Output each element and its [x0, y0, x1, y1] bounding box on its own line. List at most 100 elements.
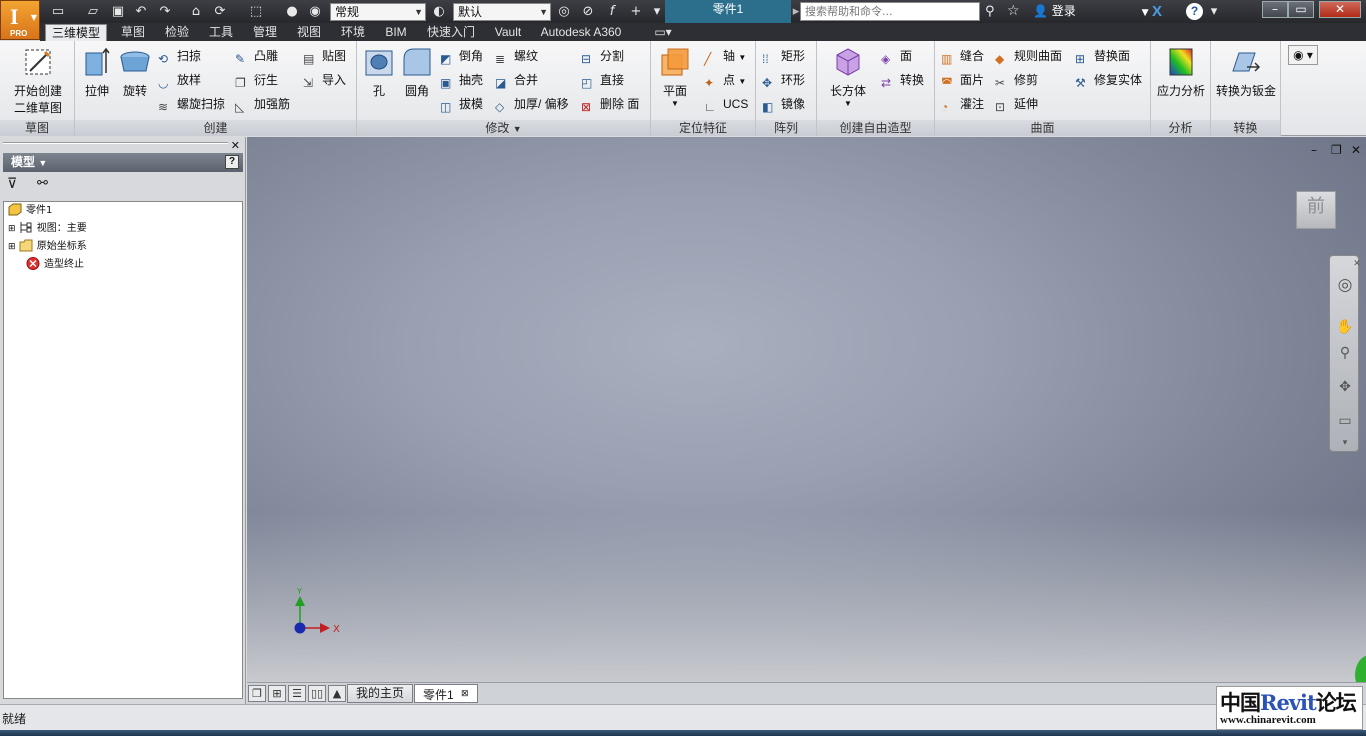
tab-get-started[interactable]: 快速入门	[421, 24, 481, 41]
axis-button[interactable]: ╱ 轴 ▼	[704, 46, 746, 66]
redo-icon[interactable]: ↷	[157, 4, 173, 19]
tile-windows-icon[interactable]: ⊞	[268, 685, 286, 702]
browser-help-icon[interactable]: ?	[225, 155, 239, 169]
close-tab-icon[interactable]: ⊠	[461, 688, 469, 698]
open-file-icon[interactable]: ▱	[85, 4, 101, 19]
decal-button[interactable]: ▤ 贴图	[303, 46, 346, 66]
viewport-minimize-icon[interactable]: –	[1311, 143, 1317, 157]
revolve-button[interactable]: 旋转	[117, 45, 153, 99]
direct-edit-button[interactable]: ◰ 直接	[581, 70, 624, 90]
viewport-close-icon[interactable]: ✕	[1351, 143, 1361, 157]
extrude-button[interactable]: 拉伸	[79, 45, 115, 99]
stitch-button[interactable]: ▥ 缝合	[941, 46, 984, 66]
rib-button[interactable]: ◺ 加强筋	[235, 94, 290, 114]
home-icon[interactable]: ⌂	[188, 4, 204, 19]
help-dropdown-icon[interactable]: ▾	[1206, 4, 1222, 19]
signin-button[interactable]: 👤 登录 ▼	[1033, 3, 1149, 22]
ucs-button[interactable]: ∟ UCS	[704, 94, 748, 114]
derive-button[interactable]: ❐ 衍生	[235, 70, 278, 90]
browser-header[interactable]: 模型 ▼ ?	[3, 153, 243, 172]
repair-bodies-button[interactable]: ⚒ 修复实体	[1075, 70, 1142, 90]
extend-button[interactable]: ⊡ 延伸	[995, 94, 1038, 114]
browser-close-icon[interactable]: ✕	[231, 139, 240, 152]
tree-item-origin[interactable]: ⊞ 原始坐标系	[8, 239, 87, 255]
search-icon[interactable]: ⚲	[985, 4, 995, 19]
expand-icon[interactable]: ⊞	[8, 224, 16, 234]
box-button[interactable]: 长方体 ▼	[825, 45, 871, 108]
freeform-face-button[interactable]: ◈ 面	[881, 46, 912, 66]
notification-indicator[interactable]	[1355, 655, 1366, 682]
material-browser-icon[interactable]: ●	[284, 4, 300, 19]
appearance-icon[interactable]: ◉	[307, 4, 323, 19]
update-icon[interactable]: ⟳	[212, 4, 228, 19]
rectangular-pattern-button[interactable]: ⁞⁞ 矩形	[762, 46, 805, 66]
help-icon[interactable]: ?	[1186, 3, 1203, 20]
ribbon-display-toggle[interactable]: ▭▾	[648, 24, 678, 41]
doc-tab-part1[interactable]: 零件1 ⊠	[414, 684, 478, 703]
application-menu-button[interactable]: I PRO ▼	[0, 0, 40, 40]
thread-button[interactable]: ≣ 螺纹	[495, 46, 538, 66]
point-button[interactable]: ✦ 点 ▼	[704, 70, 746, 90]
tree-item-part[interactable]: 零件1	[8, 203, 52, 219]
loft-button[interactable]: ◡ 放样	[158, 70, 201, 90]
delete-face-button[interactable]: ⊠ 删除 面	[581, 94, 639, 114]
tile-vertical-icon[interactable]: ▯▯	[308, 685, 326, 702]
zoom-icon[interactable]: ⚲	[1336, 344, 1354, 362]
viewport-restore-icon[interactable]: ❐	[1331, 143, 1342, 157]
tab-sketch[interactable]: 草图	[115, 24, 151, 41]
orbit-icon[interactable]: ✥	[1336, 378, 1354, 396]
viewcube[interactable]: 前	[1296, 191, 1336, 229]
freeform-convert-button[interactable]: ⇄ 转换	[881, 70, 924, 90]
emboss-button[interactable]: ✎ 凸雕	[235, 46, 278, 66]
help-search-input[interactable]: 搜索帮助和命令...	[800, 2, 980, 21]
look-at-icon[interactable]: ▭	[1336, 412, 1354, 430]
hole-button[interactable]: 孔	[361, 45, 397, 99]
sculpt-button[interactable]: ◔ 灌注	[941, 94, 984, 114]
graphics-viewport[interactable]: – ❐ ✕ 前 ✕ ◎ ✋ ⚲ ✥ ▭ ▾ X Y	[247, 137, 1366, 682]
convert-to-sheet-metal-button[interactable]: 转换为钣金	[1213, 45, 1279, 99]
appearance-dropdown[interactable]: 默认 ▼	[453, 3, 551, 21]
tab-tools[interactable]: 工具	[203, 24, 239, 41]
tab-autodesk-a360[interactable]: Autodesk A360	[536, 24, 626, 41]
steering-wheel-icon[interactable]: ◎	[1336, 276, 1354, 294]
function-icon[interactable]: f	[604, 4, 620, 19]
find-icon[interactable]: ⚯	[37, 176, 48, 191]
patch-button[interactable]: ◚ 面片	[941, 70, 984, 90]
ruled-surface-button[interactable]: ◆ 规则曲面	[995, 46, 1062, 66]
panel-title-modify[interactable]: 修改 ▼	[357, 120, 650, 136]
customize-icon[interactable]: ▾	[649, 4, 665, 19]
tree-item-end-of-part[interactable]: 造型终止	[26, 257, 84, 273]
circular-pattern-button[interactable]: ✥ 环形	[762, 70, 805, 90]
tab-list-icon[interactable]: ▲	[328, 685, 346, 702]
new-file-icon[interactable]: ▭	[50, 4, 66, 19]
browser-grip[interactable]	[3, 142, 228, 144]
stress-analysis-button[interactable]: 应力分析	[1153, 45, 1209, 99]
select-icon[interactable]: ⬚	[248, 4, 264, 19]
filter-icon[interactable]: ⊽	[7, 176, 17, 192]
maximize-button[interactable]: ▭	[1288, 1, 1314, 18]
tab-bim[interactable]: BIM	[380, 24, 412, 41]
tab-inspect[interactable]: 检验	[159, 24, 195, 41]
ribbon-options-button[interactable]: ◉ ▾	[1288, 45, 1318, 65]
add-icon[interactable]: +	[628, 4, 644, 19]
trim-button[interactable]: ✂ 修剪	[995, 70, 1038, 90]
split-button[interactable]: ⊟ 分割	[581, 46, 624, 66]
tree-item-view[interactable]: ⊞ 视图：主要	[8, 221, 87, 237]
adjust-icon[interactable]: ◎	[556, 4, 572, 19]
pan-icon[interactable]: ✋	[1336, 318, 1354, 336]
cascade-windows-icon[interactable]: ❐	[248, 685, 266, 702]
fillet-button[interactable]: 圆角	[399, 45, 435, 99]
undo-icon[interactable]: ↶	[133, 4, 149, 19]
sweep-button[interactable]: ⟲ 扫掠	[158, 46, 201, 66]
tab-vault[interactable]: Vault	[489, 24, 527, 41]
thicken-offset-button[interactable]: ◇ 加厚/ 偏移	[495, 94, 569, 114]
expand-icon[interactable]: ⊞	[8, 242, 16, 252]
replace-face-button[interactable]: ⊞ 替换面	[1075, 46, 1130, 66]
material-dropdown[interactable]: 常规 ▼	[330, 3, 426, 21]
navbar-options-icon[interactable]: ▾	[1336, 434, 1354, 452]
tab-3d-model[interactable]: 三维模型	[45, 24, 107, 41]
start-2d-sketch-button[interactable]: 开始创建 二维草图	[6, 45, 70, 116]
combine-button[interactable]: ◪ 合并	[495, 70, 538, 90]
coil-button[interactable]: ≋ 螺旋扫掠	[158, 94, 225, 114]
minimize-button[interactable]: –	[1262, 1, 1288, 18]
